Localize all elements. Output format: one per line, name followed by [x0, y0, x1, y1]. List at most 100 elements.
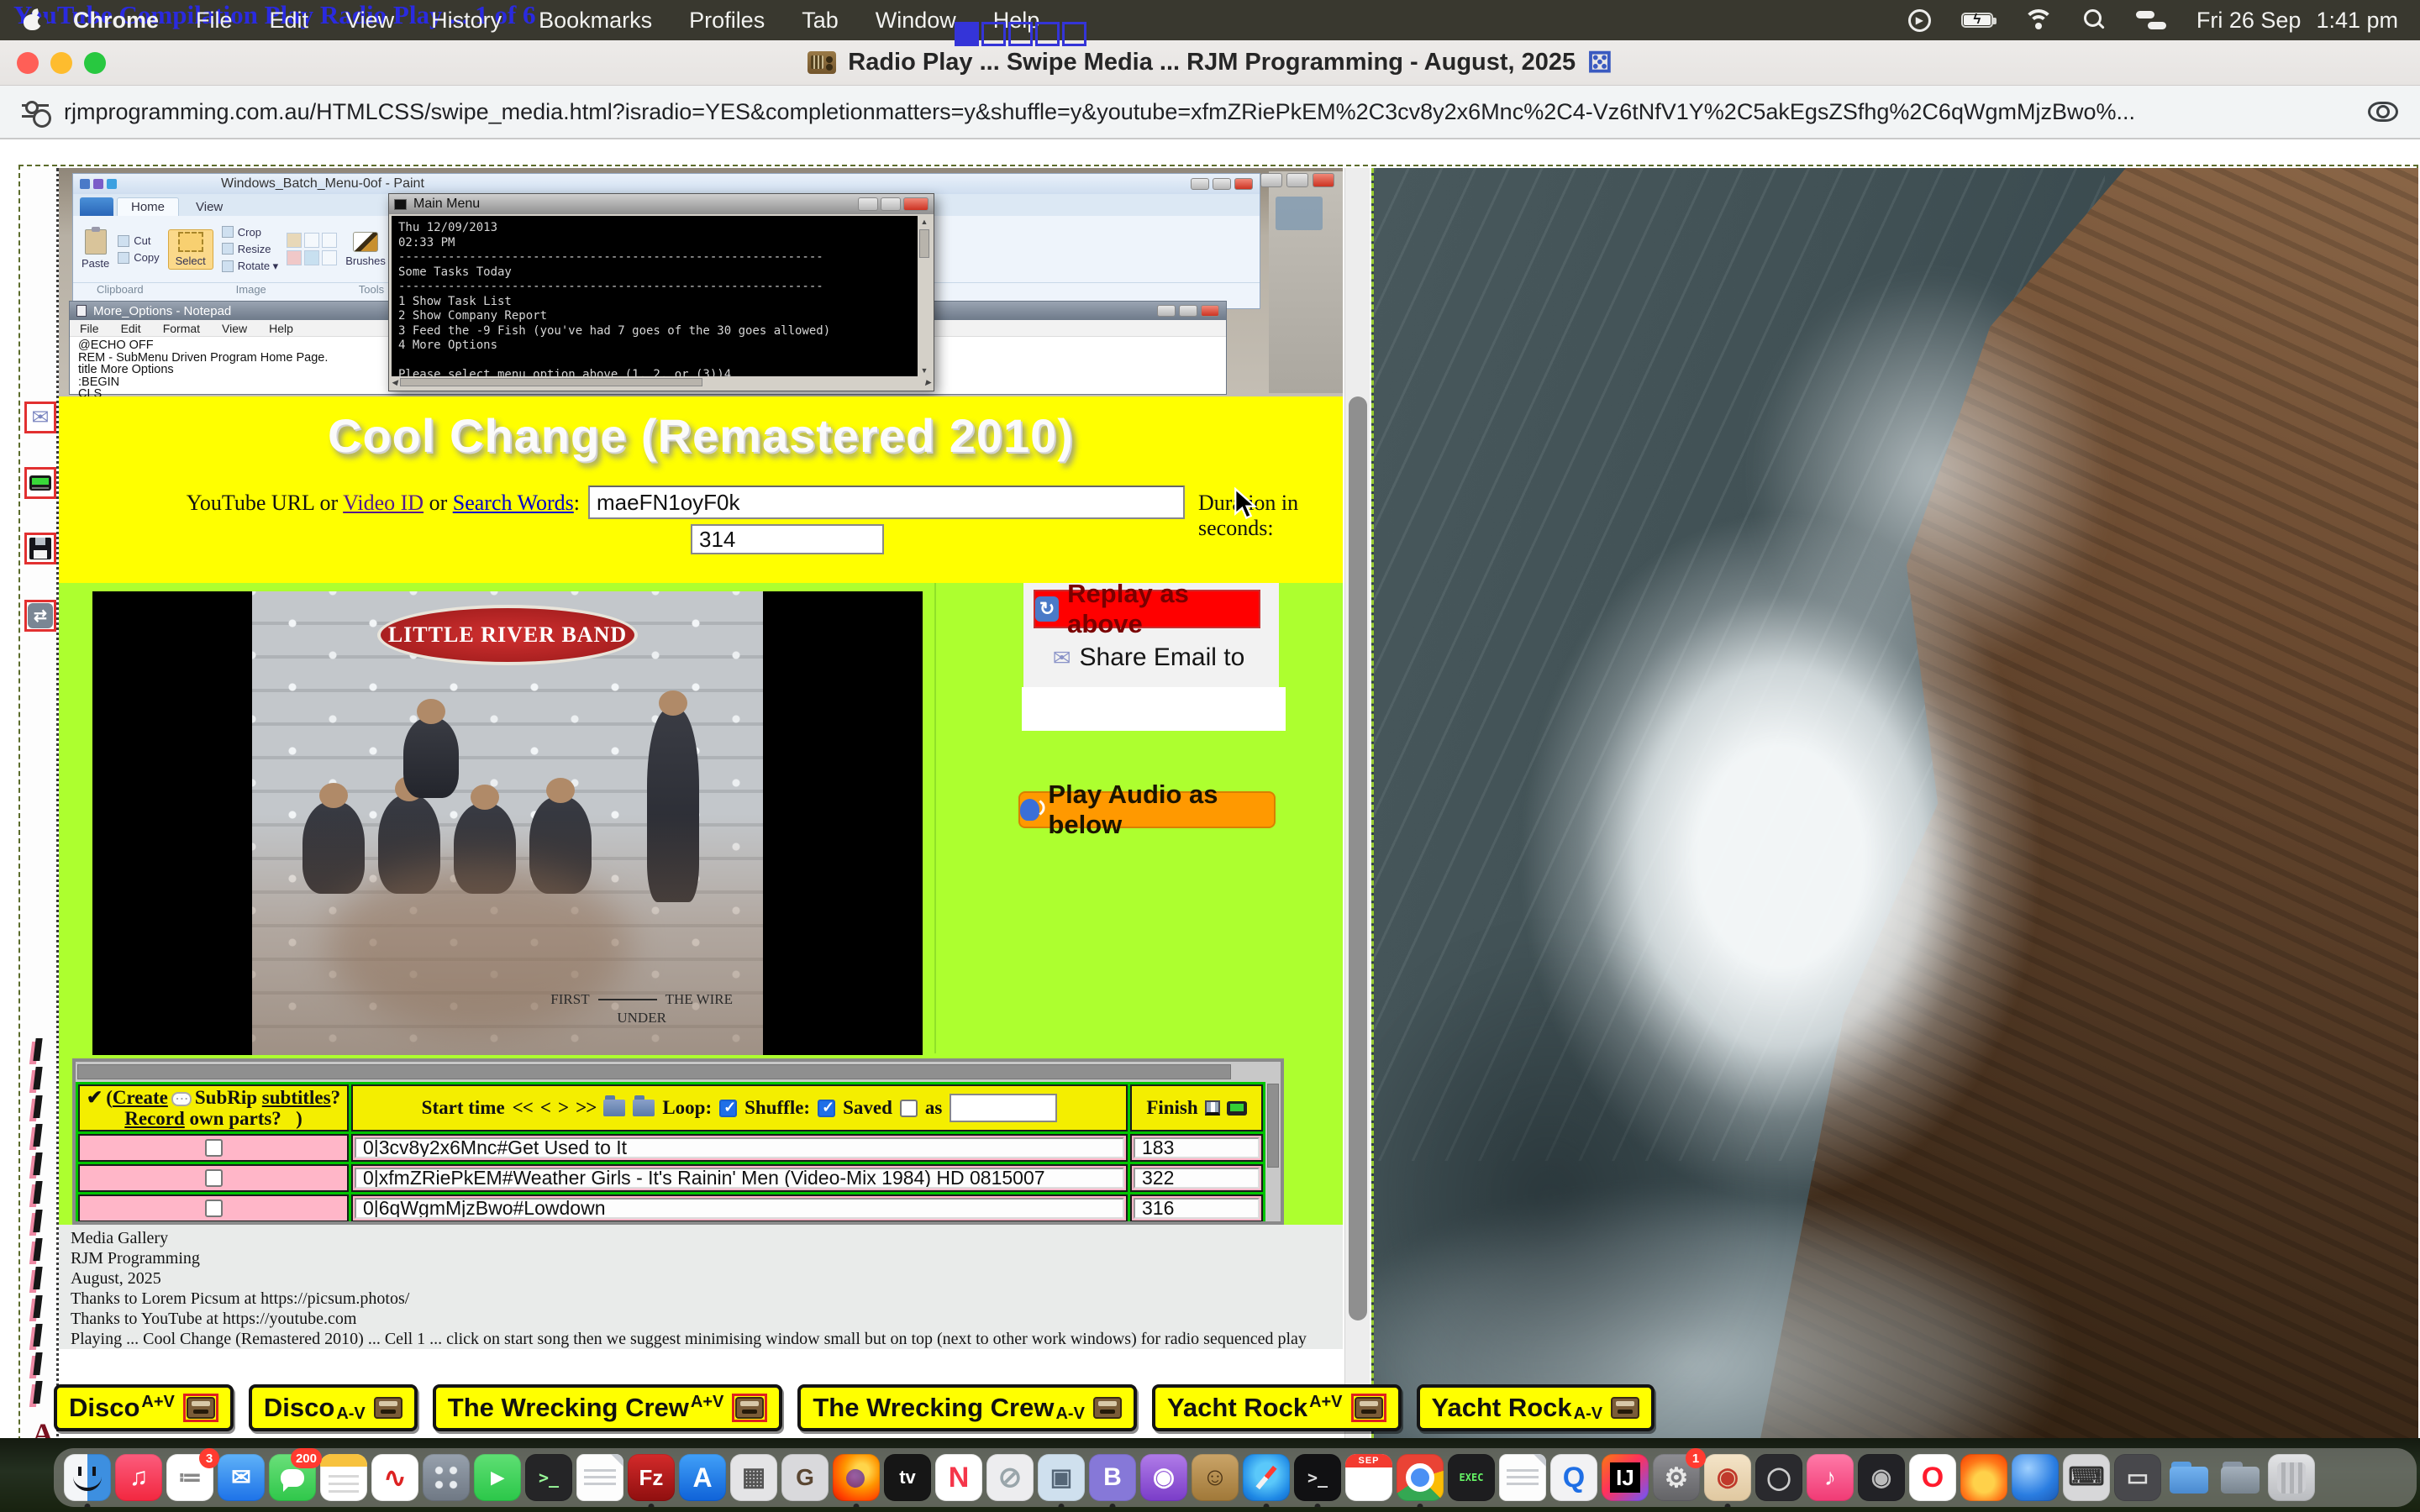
- apple-menu-icon[interactable]: [24, 10, 41, 30]
- spotlight-icon[interactable]: [2084, 9, 2106, 31]
- contacts-dock-icon[interactable]: ☺: [1192, 1454, 1239, 1501]
- screen-mirroring-icon[interactable]: ▶: [1908, 9, 1931, 32]
- finder-dock-icon[interactable]: [64, 1454, 111, 1501]
- seek-rewind[interactable]: <<: [513, 1097, 533, 1119]
- folder-1-dock-icon[interactable]: [2165, 1454, 2212, 1501]
- wifi-icon[interactable]: [2023, 9, 2054, 32]
- filezilla-dock-icon[interactable]: Fz: [628, 1454, 675, 1501]
- photos-window-dock-icon[interactable]: ▣: [1038, 1454, 1085, 1501]
- textedit-dock-icon[interactable]: [576, 1454, 623, 1501]
- terminal-dock-icon[interactable]: >_: [525, 1454, 572, 1501]
- shuffle-checkbox[interactable]: [818, 1100, 835, 1117]
- saved-checkbox[interactable]: [900, 1100, 918, 1117]
- replay-button[interactable]: ↻ Replay as above: [1034, 590, 1260, 628]
- no-sign-dock-icon[interactable]: ⊘: [986, 1454, 1034, 1501]
- folder-icon[interactable]: [603, 1100, 625, 1116]
- row-checkbox[interactable]: [205, 1169, 223, 1187]
- save-floppy-icon[interactable]: [24, 533, 56, 564]
- apple-tv-dock-icon[interactable]: tv: [884, 1454, 931, 1501]
- finish-grid-icon[interactable]: [1205, 1100, 1220, 1116]
- saved-as-input[interactable]: [950, 1094, 1057, 1122]
- folder-2-dock-icon[interactable]: [2217, 1454, 2264, 1501]
- news-dock-icon[interactable]: N: [935, 1454, 982, 1501]
- menu-history[interactable]: History: [413, 8, 520, 34]
- flame-dock-icon[interactable]: [1960, 1454, 2007, 1501]
- intellij-dock-icon[interactable]: IJ: [1602, 1454, 1649, 1501]
- play-audio-button[interactable]: Play Audio as below: [1018, 791, 1276, 828]
- song-title-input[interactable]: 0|6qWgmMjzBwo#Lowdown: [355, 1198, 1124, 1219]
- battery-charging-icon[interactable]: [1961, 13, 1993, 28]
- exec-terminal-dock-icon[interactable]: EXEC: [1448, 1454, 1495, 1501]
- playlist-button-disco-aplus-v[interactable]: DiscoA+V: [54, 1384, 234, 1431]
- menu-profiles[interactable]: Profiles: [671, 8, 783, 34]
- menu-edit[interactable]: Edit: [251, 8, 328, 34]
- subtitles-link[interactable]: subtitles: [262, 1087, 331, 1108]
- song-finish-input[interactable]: 183: [1134, 1137, 1260, 1158]
- menubar-clock[interactable]: Fri 26 Sep 1:41 pm: [2196, 8, 2398, 34]
- camera-dock-icon[interactable]: ◉: [1858, 1454, 1905, 1501]
- firefox-dock-icon[interactable]: [833, 1454, 880, 1501]
- grapher-dock-icon[interactable]: ∿: [371, 1454, 418, 1501]
- seek-fast-forward[interactable]: >>: [576, 1097, 596, 1119]
- create-subtitles-link[interactable]: Create: [113, 1087, 168, 1108]
- eye-icon[interactable]: [2368, 102, 2398, 122]
- loop-checkbox[interactable]: [719, 1100, 737, 1117]
- table-horizontal-scrollbar[interactable]: [76, 1062, 1281, 1082]
- textedit-2-dock-icon[interactable]: [1499, 1454, 1546, 1501]
- palette-dock-icon[interactable]: ◉: [1704, 1454, 1751, 1501]
- row-checkbox[interactable]: [205, 1139, 223, 1157]
- menu-chrome[interactable]: Chrome: [55, 8, 177, 34]
- pink-app-dock-icon[interactable]: ♪: [1807, 1454, 1854, 1501]
- keypad-dock-icon[interactable]: ▦: [730, 1454, 777, 1501]
- podcasts-dock-icon[interactable]: ◉: [1140, 1454, 1187, 1501]
- menu-tab[interactable]: Tab: [783, 8, 857, 34]
- minimize-window-button[interactable]: [50, 52, 72, 74]
- safari-dock-icon[interactable]: [1243, 1454, 1290, 1501]
- trash-dock-icon[interactable]: [2268, 1454, 2315, 1501]
- page-scrollbar-thumb[interactable]: [1349, 396, 1367, 1320]
- notes-dock-icon[interactable]: [320, 1454, 367, 1501]
- seek-forward[interactable]: >: [558, 1097, 568, 1119]
- quicktime-dock-icon[interactable]: Q: [1550, 1454, 1597, 1501]
- finish-pager-icon[interactable]: [1227, 1101, 1247, 1116]
- zoom-window-button[interactable]: [84, 52, 106, 74]
- obs-dock-icon[interactable]: ◯: [1755, 1454, 1802, 1501]
- row-checkbox[interactable]: [205, 1200, 223, 1217]
- song-finish-input[interactable]: 322: [1134, 1168, 1260, 1189]
- duration-input[interactable]: 314: [691, 524, 884, 554]
- record-link[interactable]: Record: [124, 1108, 185, 1129]
- terminal-2-dock-icon[interactable]: >_: [1294, 1454, 1341, 1501]
- playlist-button-yacht-rock-a-v[interactable]: Yacht RockA-V: [1417, 1384, 1655, 1431]
- search-words-link[interactable]: Search Words: [453, 491, 574, 515]
- chrome-dock-icon[interactable]: [1397, 1454, 1444, 1501]
- folder-icon-2[interactable]: [633, 1100, 655, 1116]
- embedded-windows-screenshot[interactable]: Windows_Batch_Menu-0of - Paint Home View…: [59, 168, 1343, 396]
- seek-back[interactable]: <: [540, 1097, 550, 1119]
- site-settings-icon[interactable]: [22, 101, 49, 123]
- menu-bookmarks[interactable]: Bookmarks: [520, 8, 671, 34]
- launchpad-dock-icon[interactable]: [423, 1454, 470, 1501]
- close-window-button[interactable]: [17, 52, 39, 74]
- opera-dock-icon[interactable]: O: [1909, 1454, 1956, 1501]
- menu-file[interactable]: File: [177, 8, 251, 34]
- song-finish-input[interactable]: 316: [1134, 1198, 1260, 1219]
- song-title-input[interactable]: 0|3cv8y2x6Mnc#Get Used to It: [355, 1137, 1124, 1158]
- playlist-button-the-wrecking-crew-a-v[interactable]: The Wrecking CrewA-V: [797, 1384, 1137, 1431]
- keyboard-dock-icon[interactable]: ⌨: [2063, 1454, 2110, 1501]
- playlist-button-the-wrecking-crew-aplus-v[interactable]: The Wrecking CrewA+V: [433, 1384, 783, 1431]
- pager-icon[interactable]: [24, 467, 56, 499]
- mail-dock-icon[interactable]: ✉: [218, 1454, 265, 1501]
- appstore-dock-icon[interactable]: A: [679, 1454, 726, 1501]
- share-email-button[interactable]: ✉ Share Email to: [1044, 642, 1254, 674]
- playlist-button-yacht-rock-aplus-v[interactable]: Yacht RockA+V: [1152, 1384, 1402, 1431]
- gimp-dock-icon[interactable]: G: [781, 1454, 829, 1501]
- menu-view[interactable]: View: [327, 8, 413, 34]
- song-title-input[interactable]: 0|xfmZRiePkEM#Weather Girls - It's Raini…: [355, 1168, 1124, 1189]
- share-email-input[interactable]: [1022, 687, 1286, 731]
- reminders-dock-icon[interactable]: ≔3: [166, 1454, 213, 1501]
- messages-dock-icon[interactable]: 200: [269, 1454, 316, 1501]
- video-id-link[interactable]: Video ID: [343, 491, 424, 515]
- blue-ball-dock-icon[interactable]: [2012, 1454, 2059, 1501]
- share-email-icon[interactable]: ✉: [24, 402, 56, 433]
- dark-window-dock-icon[interactable]: ▭: [2114, 1454, 2161, 1501]
